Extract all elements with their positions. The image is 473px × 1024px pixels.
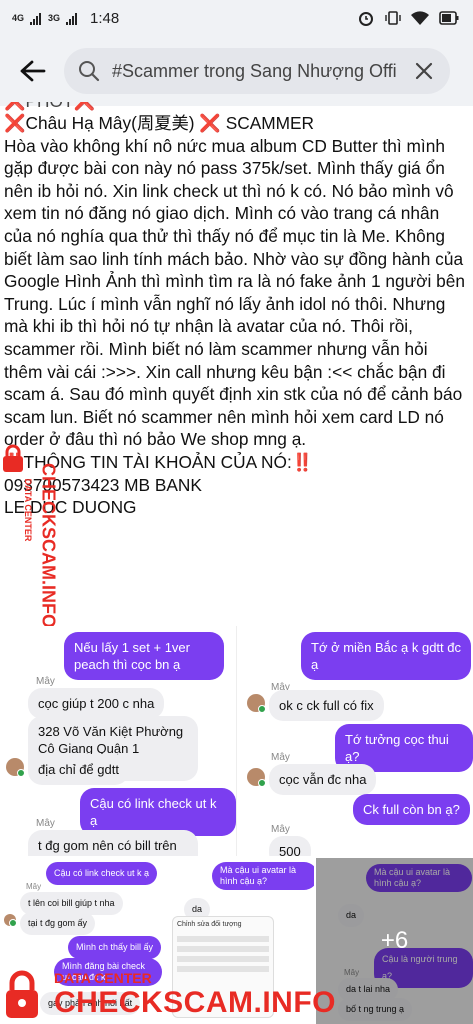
scammer-name: Châu Hạ Mây(周夏美): [25, 113, 195, 133]
wifi-icon: [411, 11, 429, 25]
chat-bubble-in: cọc vẫn đc nha: [269, 764, 377, 795]
search-header: #Scammer trong Sang Nhượng Offi: [0, 36, 473, 106]
account-owner: LE DUC DUONG: [4, 497, 137, 518]
chat-bubble-out: Cậu có link check ut k ạ: [46, 862, 158, 885]
chat-bubble-out: Ck full còn bn ạ?: [353, 794, 470, 825]
chat-bubble-out: Mà cậu ui avatar là hình cậu ạ?: [212, 862, 314, 890]
avatar: [247, 768, 266, 787]
chat-screenshot-1[interactable]: Nếu lấy 1 set + 1ver peach thì cọc bn ạ …: [0, 626, 237, 856]
signal-4g-icon: 4G: [12, 13, 25, 23]
status-bar: 4G 3G 1:48: [0, 0, 473, 36]
avatar: [6, 758, 25, 777]
chat-bubble-in: ok c ck full có fix: [269, 690, 384, 721]
scammer-tag: SCAMMER: [225, 113, 315, 133]
chat-bubble-in: địa chỉ để gdtt: [28, 754, 129, 785]
chat-bubble-out: Nếu lấy 1 set + 1ver peach thì cọc bn ạ: [64, 632, 224, 680]
search-icon: [79, 61, 100, 82]
post-title: ❌Châu Hạ Mây(周夏美) ❌ SCAMMER: [4, 113, 315, 133]
search-input[interactable]: #Scammer trong Sang Nhượng Offi: [64, 48, 450, 94]
battery-icon: [439, 11, 459, 25]
more-photos-overlay[interactable]: +6: [316, 858, 473, 1024]
search-query: #Scammer trong Sang Nhượng Offi: [112, 61, 397, 81]
chat-bubble-in: t đg gom nên có bill trên str: [28, 830, 198, 856]
avatar: [247, 694, 266, 713]
lock-logo-icon: [3, 444, 23, 472]
chat-bubble-out: Mình ch thấy bill ấy: [68, 936, 162, 959]
post-images[interactable]: Nếu lấy 1 set + 1ver peach thì cọc bn ạ …: [0, 626, 473, 1024]
alarm-icon: [359, 12, 373, 26]
chat-bubble-in: 500: [269, 836, 311, 856]
clear-icon[interactable]: [414, 61, 434, 81]
signal-bars-icon: [30, 12, 42, 25]
bottom-watermark: CHECKSCAM.INFO: [54, 986, 336, 1019]
signal-3g-icon: 3G: [48, 13, 61, 23]
signal-bars-icon: [66, 12, 78, 25]
vibrate-icon: [385, 11, 401, 25]
bottom-watermark-small: DATA CENTER: [54, 970, 152, 986]
avatar: [4, 914, 17, 927]
bank-account: 093700573423 MB BANK: [4, 474, 202, 495]
post-body: ❌PHỐT❌ ❌Châu Hạ Mây(周夏美) ❌ SCAMMER Hòa v…: [4, 102, 470, 519]
side-watermark-small: DATA CENTER: [23, 478, 33, 542]
chat-bubble-in: cọc giúp t 200 c nha: [28, 688, 165, 719]
account-info-header: ‼️THÔNG TIN TÀI KHOẢN CỦA NÓ:‼️: [4, 451, 313, 472]
post-header-partial: ❌PHỐT❌: [4, 102, 470, 112]
chat-screenshot-4[interactable]: Mà cậu ui avatar là hình cậu ạ? da Cậu l…: [316, 858, 473, 1024]
chat-screenshot-2[interactable]: Tớ ở miền Bắc ạ k gdtt đc ạ Mây ok c ck …: [237, 626, 473, 856]
chat-bubble-out: Tớ ở miền Bắc ạ k gdtt đc ạ: [301, 632, 471, 680]
back-button[interactable]: [14, 56, 50, 86]
chat-bubble-in: tại t đg gom ấy: [20, 912, 96, 935]
chat-bubble-out: Cậu có link check ut k ạ: [80, 788, 236, 836]
lock-logo-icon: [6, 970, 38, 1018]
back-arrow-icon: [20, 60, 46, 82]
post-story: Hòa vào không khí nô nức mua album CD Bu…: [4, 135, 465, 450]
side-watermark: CHECKSCAM.INFO: [38, 463, 59, 628]
clock: 1:48: [90, 10, 120, 27]
